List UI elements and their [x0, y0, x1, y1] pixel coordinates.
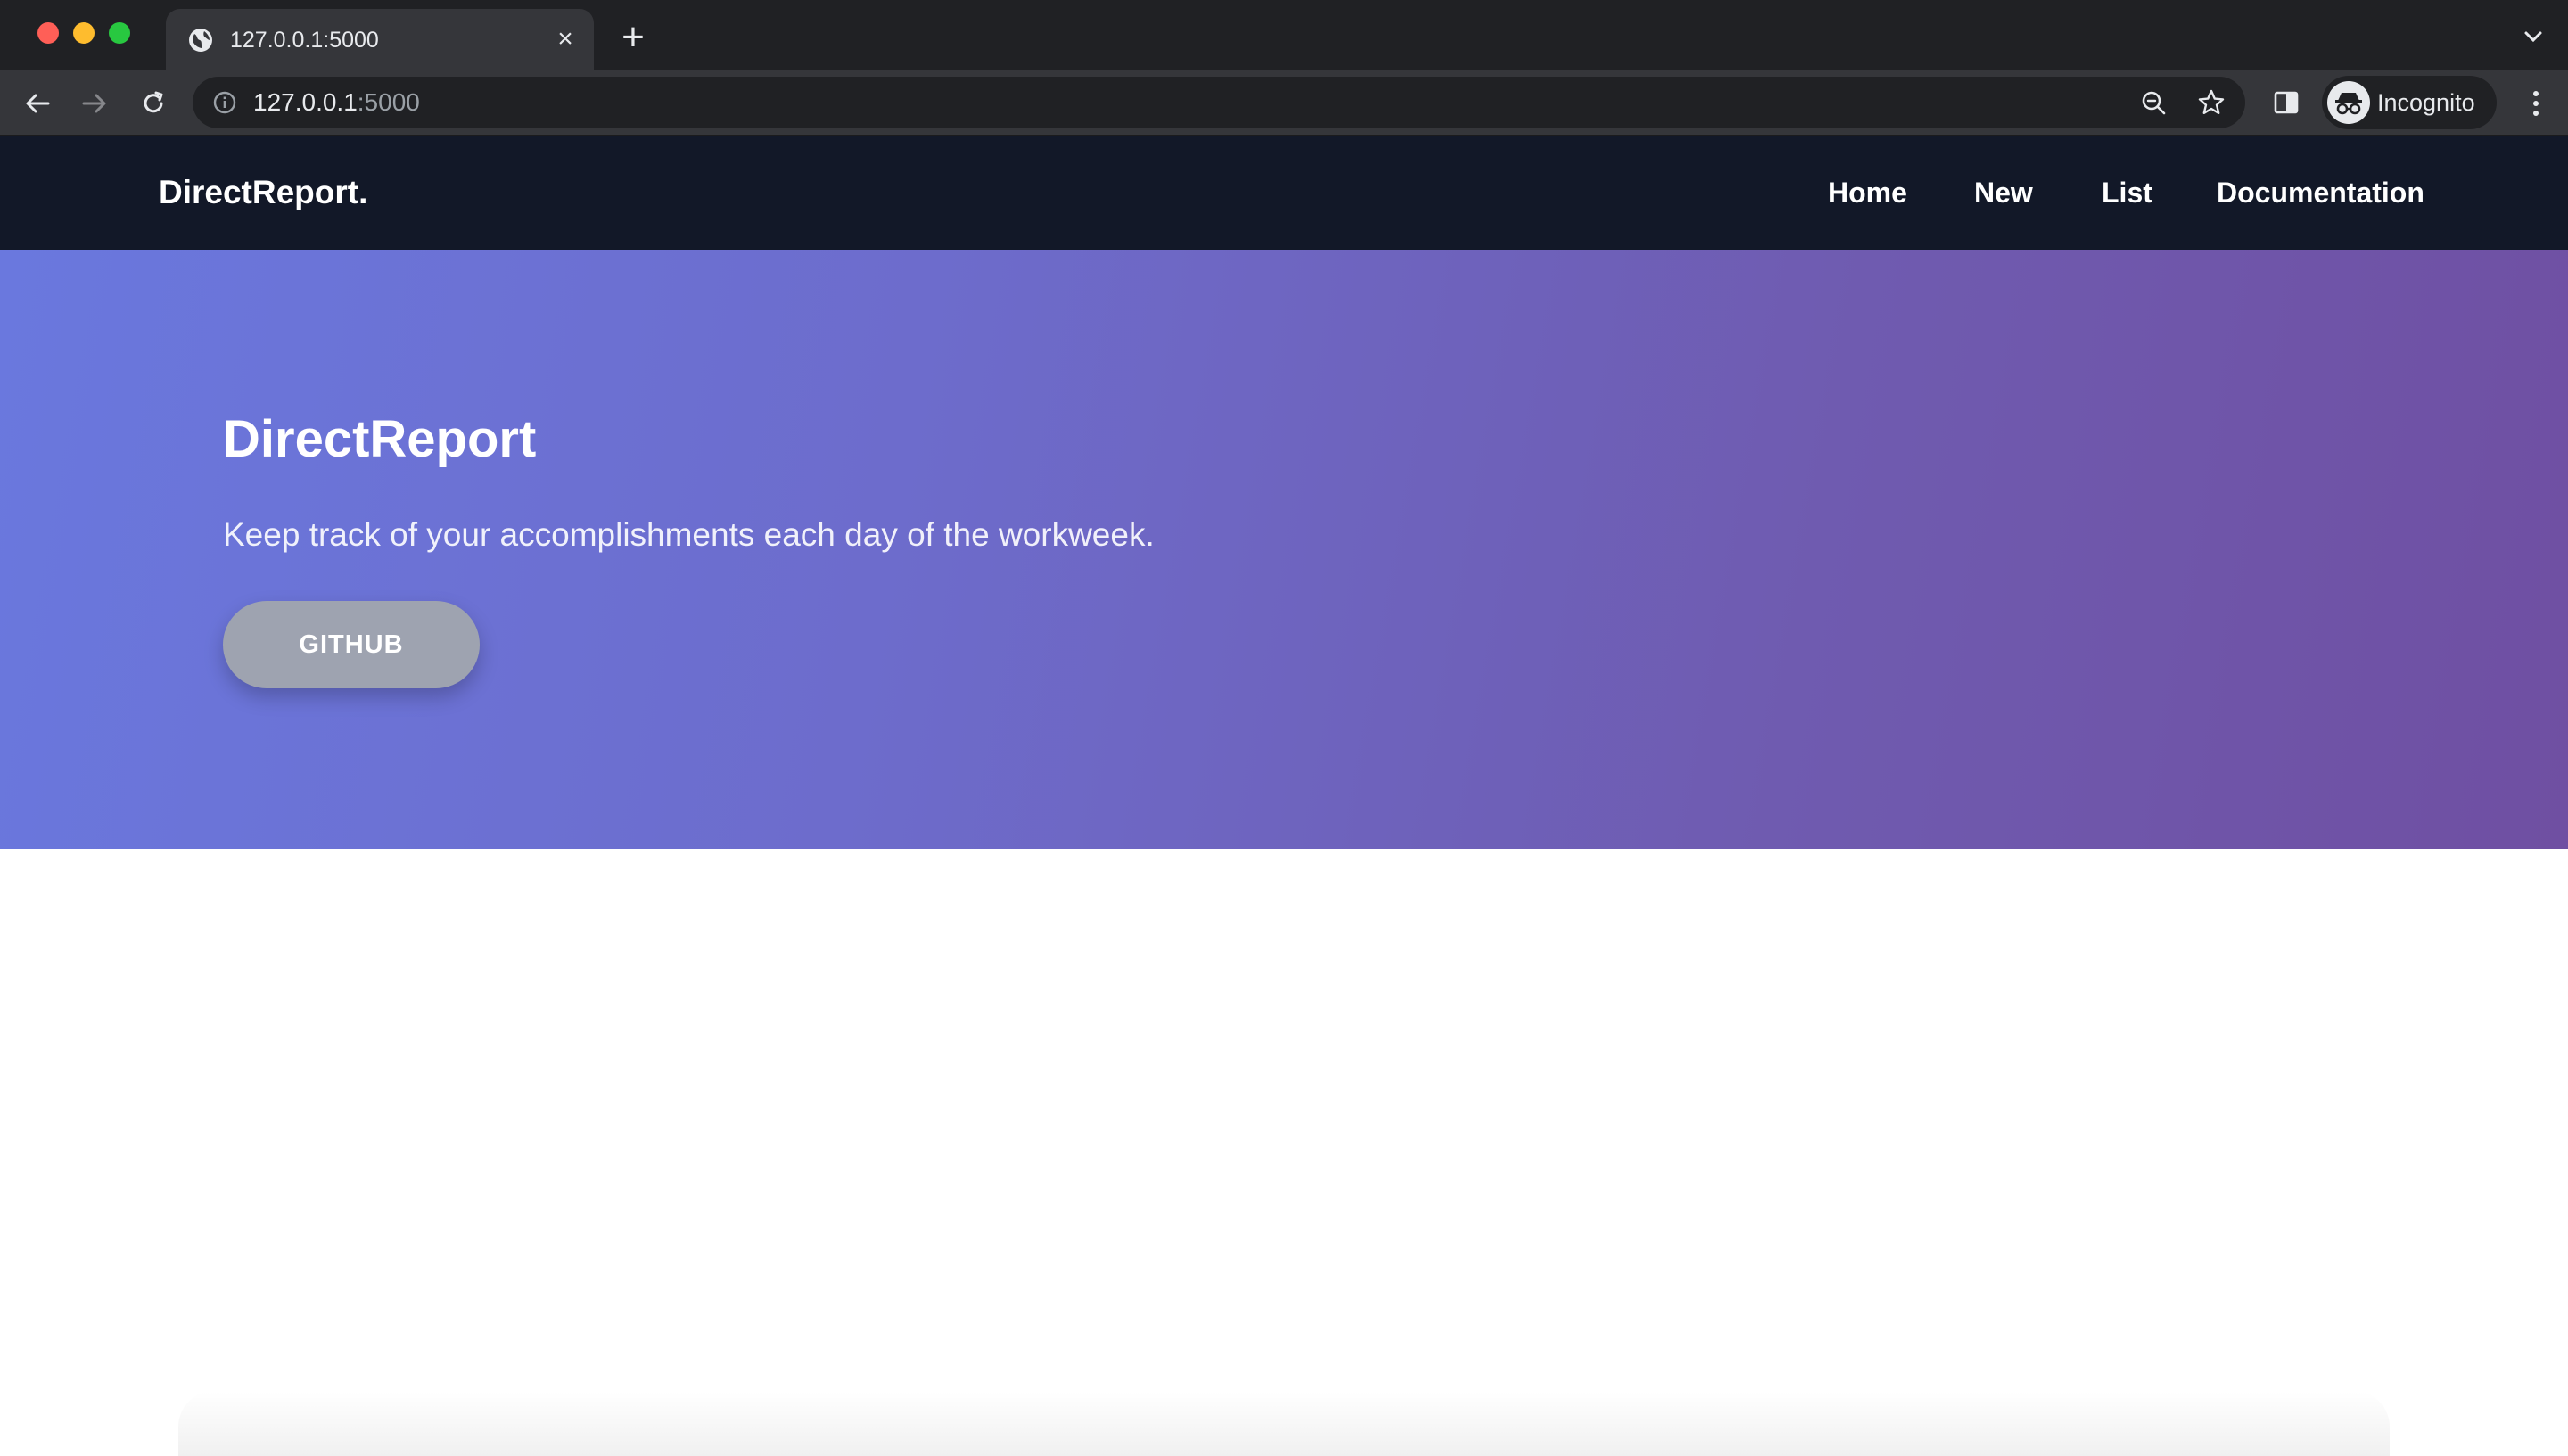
browser-window: 127.0.0.1:5000 × + 127.0.0.1:5000 Incogn…	[0, 0, 2568, 1456]
browser-toolbar: 127.0.0.1:5000 Incognito	[0, 70, 2568, 136]
nav-links: Home New List Documentation	[0, 175, 2568, 210]
nav-link-list[interactable]: List	[2102, 175, 2152, 210]
back-arrow-icon[interactable]	[21, 87, 54, 119]
globe-icon	[187, 27, 214, 53]
bookmark-star-icon[interactable]	[2197, 88, 2226, 117]
zoom-icon[interactable]	[2140, 89, 2167, 116]
github-button[interactable]: GITHUB	[223, 601, 480, 688]
hero-section: DirectReport Keep track of your accompli…	[0, 250, 2568, 849]
chevron-down-icon[interactable]	[2520, 23, 2547, 50]
minimize-window-button[interactable]	[73, 22, 95, 44]
address-url: 127.0.0.1:5000	[253, 88, 420, 117]
more-menu-icon[interactable]	[2522, 87, 2550, 119]
site-navbar: DirectReport. Home New List Documentatio…	[0, 136, 2568, 250]
incognito-profile-button[interactable]: Incognito	[2322, 76, 2497, 129]
close-window-button[interactable]	[37, 22, 59, 44]
incognito-icon	[2327, 81, 2370, 124]
url-port: :5000	[357, 88, 420, 116]
incognito-label: Incognito	[2377, 89, 2475, 116]
hero-title: DirectReport	[223, 410, 537, 468]
nav-link-new[interactable]: New	[1974, 175, 2033, 210]
reload-icon[interactable]	[137, 87, 169, 119]
tab-title: 127.0.0.1:5000	[230, 28, 379, 53]
info-icon[interactable]	[212, 90, 237, 115]
hero-subtitle: Keep track of your accomplishments each …	[223, 516, 1155, 553]
url-host: 127.0.0.1	[253, 88, 358, 116]
forward-arrow-icon[interactable]	[78, 87, 111, 119]
maximize-window-button[interactable]	[109, 22, 130, 44]
browser-tab[interactable]: 127.0.0.1:5000 ×	[166, 9, 594, 70]
new-tab-icon[interactable]: +	[615, 18, 651, 57]
nav-link-home[interactable]: Home	[1828, 175, 1907, 210]
nav-link-documentation[interactable]: Documentation	[2217, 175, 2424, 210]
side-panel-icon[interactable]	[2272, 88, 2300, 117]
page-content	[0, 849, 2568, 1456]
bottom-shadow	[178, 1391, 2390, 1456]
address-bar[interactable]: 127.0.0.1:5000	[193, 77, 2245, 128]
tab-strip: 127.0.0.1:5000 × +	[0, 0, 2568, 70]
tab-close-icon[interactable]: ×	[551, 25, 580, 53]
